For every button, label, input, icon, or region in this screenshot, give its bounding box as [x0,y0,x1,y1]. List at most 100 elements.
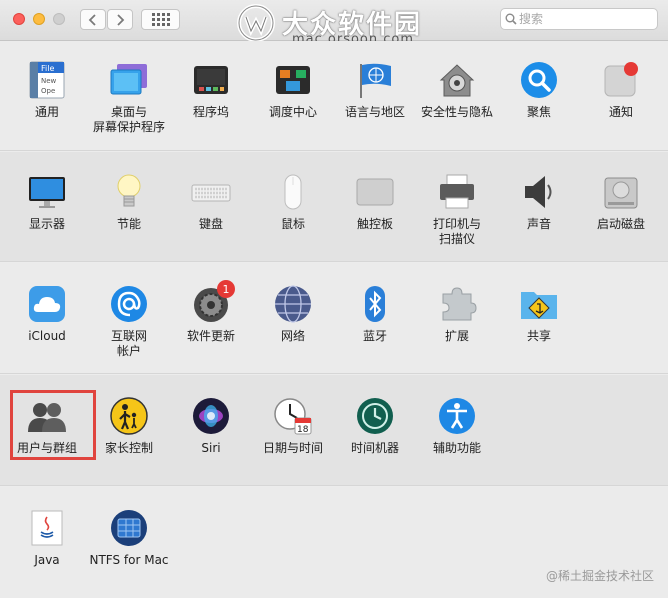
pane-notifications[interactable]: 通知 [580,60,662,120]
desktop-screensaver-icon [109,60,149,100]
grid-icon [151,13,170,26]
magnifier-icon [519,60,559,100]
pane-label: 蓝牙 [362,329,387,343]
pane-energy[interactable]: 节能 [88,172,170,232]
search-field[interactable] [500,8,658,30]
file-doc-icon: File New Ope [27,60,67,100]
java-icon [27,508,67,548]
clock-calendar-icon: 18 [273,396,313,436]
accessibility-icon [437,396,477,436]
pane-label: 共享 [526,329,551,343]
chevron-right-icon [117,13,125,26]
file-line2: New [41,77,57,85]
pane-displays[interactable]: 显示器 [6,172,88,232]
pane-general[interactable]: File New Ope 通用 [6,60,88,120]
search-input[interactable] [517,12,649,26]
time-machine-icon [355,396,395,436]
pane-sound[interactable]: 声音 [498,172,580,232]
calendar-day: 18 [297,425,309,435]
pane-printers[interactable]: 打印机与 扫描仪 [416,172,498,247]
pane-label: 节能 [116,217,141,231]
pane-label: 启动磁盘 [596,217,645,231]
pane-label: 显示器 [28,217,65,231]
puzzle-icon [437,284,477,324]
pane-label: 软件更新 [186,329,235,343]
back-button[interactable] [80,9,106,30]
pane-label: 键盘 [198,217,223,231]
pane-siri[interactable]: Siri [170,396,252,456]
search-icon [505,13,517,25]
pane-language[interactable]: 语言与地区 [334,60,416,120]
pane-mouse[interactable]: 鼠标 [252,172,334,232]
show-all-button[interactable] [141,9,180,30]
hard-disk-icon [601,172,641,212]
pane-internet-accounts[interactable]: 互联网 帐户 [88,284,170,359]
minimize-window-button[interactable] [33,13,45,25]
pane-dock[interactable]: 程序坞 [170,60,252,120]
pane-spotlight[interactable]: 聚焦 [498,60,580,120]
pane-accessibility[interactable]: 辅助功能 [416,396,498,456]
pane-label: 桌面与 屏幕保护程序 [92,105,165,134]
pane-extensions[interactable]: 扩展 [416,284,498,344]
pane-keyboard[interactable]: 键盘 [170,172,252,232]
pane-parental-controls[interactable]: 家长控制 [88,396,170,456]
pane-startup-disk[interactable]: 启动磁盘 [580,172,662,232]
file-line1: File [41,64,54,73]
pane-label: 通用 [34,105,59,119]
pane-trackpad[interactable]: 触控板 [334,172,416,232]
pane-label: 聚焦 [526,105,551,119]
pane-security[interactable]: 安全性与隐私 [416,60,498,120]
monitor-icon [27,172,67,212]
pane-software-update[interactable]: 1 软件更新 [170,280,252,344]
zoom-window-button[interactable] [53,13,65,25]
pane-label: 网络 [280,329,305,343]
pane-label: 时间机器 [350,441,399,455]
speaker-icon [519,172,559,212]
pane-label: 声音 [526,217,551,231]
cloud-icon [27,284,67,324]
flag-globe-icon [355,60,395,100]
ntfs-drive-icon [109,508,149,548]
pane-label: 扩展 [444,329,469,343]
update-badge: 1 [217,280,235,298]
printer-icon [437,172,477,212]
pane-sharing[interactable]: 共享 [498,284,580,344]
notification-icon [601,60,641,100]
lightbulb-icon [109,172,149,212]
pane-label: 触控板 [356,217,393,231]
pane-label: 安全性与隐私 [420,105,493,119]
pane-java[interactable]: Java [6,508,88,568]
pane-ntfs[interactable]: NTFS for Mac [88,508,170,568]
chevron-left-icon [88,13,96,26]
pane-mission-control[interactable]: 调度中心 [252,60,334,120]
pane-label: 打印机与 扫描仪 [432,217,481,246]
pane-date-time[interactable]: 18 日期与时间 [252,396,334,456]
close-window-button[interactable] [13,13,25,25]
pane-time-machine[interactable]: 时间机器 [334,396,416,456]
siri-icon [191,396,231,436]
pane-network[interactable]: 网络 [252,284,334,344]
mouse-icon [273,172,313,212]
trackpad-icon [355,172,395,212]
pane-label: 家长控制 [104,441,153,455]
house-lock-icon [437,60,477,100]
pane-label: 互联网 帐户 [110,329,147,358]
forward-button[interactable] [107,9,133,30]
pane-label: 语言与地区 [344,105,405,119]
pane-label: 日期与时间 [262,441,323,455]
file-line3: Ope [41,87,55,95]
pane-icloud[interactable]: iCloud [6,284,88,344]
watermark-logo-icon [237,4,275,42]
pane-label: 鼠标 [280,217,305,231]
titlebar: 大众软件园 mac.orsoon.com [0,0,668,47]
dock-icon [191,60,231,100]
pane-desktop[interactable]: 桌面与 屏幕保护程序 [88,60,170,135]
pane-label: Java [34,553,60,567]
gear-update-icon: 1 [191,280,235,324]
users-highlight-box [10,390,96,460]
keyboard-icon [191,172,231,212]
mission-control-icon [273,60,313,100]
pane-bluetooth[interactable]: 蓝牙 [334,284,416,344]
pane-label: 调度中心 [268,105,317,119]
pane-label: NTFS for Mac [89,553,169,567]
